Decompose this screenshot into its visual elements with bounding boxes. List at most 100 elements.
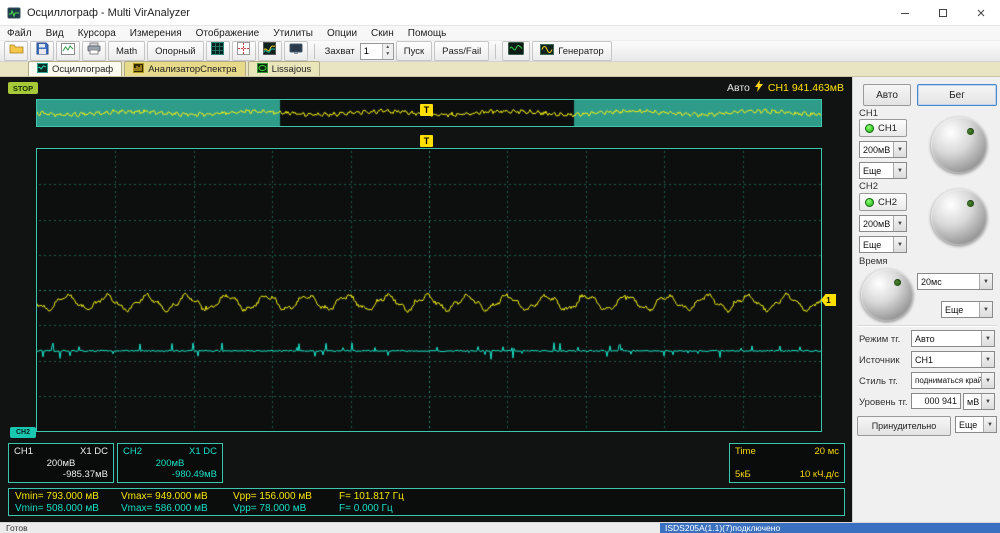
ch1-enable-button[interactable]: CH1 (859, 119, 907, 137)
window-title: Осциллограф - Multi VirAnalyzer (27, 6, 190, 19)
trigger-level-unit-select[interactable]: мВ ▼ (963, 393, 995, 410)
chevron-down-icon: ▼ (893, 237, 906, 252)
ch1-info-name: CH1 (14, 446, 34, 457)
ch1-info-offset: -985.37мВ (62, 469, 108, 480)
tab-bar: Осциллограф АнализаторСпектра Lissajous (0, 61, 1000, 77)
menu-item-file[interactable]: Файл (0, 28, 39, 39)
trigger-source-select[interactable]: CH1 ▼ (911, 351, 995, 368)
menu-item-skin[interactable]: Скин (364, 28, 401, 39)
app-icon (7, 6, 21, 20)
timebase-select[interactable]: 20мс ▼ (917, 273, 993, 290)
title-bar: Осциллограф - Multi VirAnalyzer (0, 0, 1000, 26)
open-button[interactable] (4, 41, 28, 61)
tab-lissajous[interactable]: Lissajous (247, 61, 321, 76)
math-toggle[interactable]: Math (108, 41, 146, 61)
menu-item-cursors[interactable]: Курсора (71, 28, 123, 39)
menu-item-display[interactable]: Отображение (189, 28, 267, 39)
chevron-down-icon: ▼ (981, 394, 994, 409)
time-more-select[interactable]: Еще ▼ (941, 301, 993, 318)
time-info-panel: Time 20 мс 5кБ 10 кЧ.д/с (729, 443, 845, 483)
chevron-down-icon: ▼ (981, 373, 994, 388)
ch2-vmin: Vmin= 508.000 мВ (15, 502, 99, 514)
menu-item-view[interactable]: Вид (39, 28, 71, 39)
trigger-more-select[interactable]: Еще ▼ (955, 416, 997, 433)
start-button[interactable]: Пуск (395, 41, 433, 61)
print-button[interactable] (82, 41, 106, 61)
tab-spectrum-analyzer[interactable]: АнализаторСпектра (124, 61, 246, 76)
ch2-group-label: CH2 (859, 181, 879, 192)
capture-count-spinner[interactable]: 1 ▲ ▼ (359, 42, 394, 60)
trigger-level-input[interactable] (911, 393, 961, 409)
ch2-info-offset: -980.49мВ (171, 469, 217, 480)
spinner-down-icon[interactable]: ▼ (383, 51, 393, 59)
maximize-button[interactable] (924, 0, 962, 26)
ch1-frequency: F= 101.817 Гц (339, 490, 404, 502)
panel-divider (857, 325, 997, 327)
window-controls (886, 0, 1000, 26)
stop-status-badge: STOP (8, 82, 38, 94)
minimize-button[interactable] (886, 0, 924, 26)
generator-button-label: Генератор (558, 45, 604, 57)
floppy-disk-icon (36, 42, 49, 60)
ch1-scale-value: 200мВ (863, 144, 891, 155)
main-graticule[interactable] (36, 148, 822, 432)
screen-mode-button[interactable] (502, 41, 531, 61)
ch1-enable-label: CH1 (878, 122, 898, 134)
trigger-position-marker[interactable]: T (420, 135, 433, 147)
menu-bar: Файл Вид Курсора Измерения Отображение У… (0, 26, 1000, 41)
spectrum-tab-icon (133, 62, 145, 76)
ch1-scale-knob[interactable] (931, 117, 987, 173)
run-button[interactable]: Бег (917, 84, 997, 106)
trigger-mode-select[interactable]: Авто ▼ (911, 330, 995, 347)
ch2-enable-button[interactable]: CH2 (859, 193, 907, 211)
time-info-scale: 20 мс (814, 446, 840, 457)
knob-indicator-dot (893, 279, 901, 287)
ch2-info-panel: CH2 X1 DC 200мВ -980.49мВ (117, 443, 223, 483)
device-connection-text: ISDS205A(1.1)(7)подключено (665, 523, 781, 533)
chevron-down-icon: ▼ (893, 142, 906, 157)
ch1-scale-select[interactable]: 200мВ ▼ (859, 141, 907, 158)
close-button[interactable] (962, 0, 1000, 26)
overview-trigger-marker[interactable]: T (420, 104, 433, 116)
grid-icon (211, 42, 225, 60)
menu-item-measurements[interactable]: Измерения (123, 28, 189, 39)
menu-item-options[interactable]: Опции (320, 28, 364, 39)
tab-oscilloscope[interactable]: Осциллограф (28, 61, 123, 76)
trigger-source-label: Источник (859, 355, 900, 366)
scope-display-area: STOP Авто CH1 941.463мВ T T 1 CH2 CH1 X1 … (0, 77, 852, 522)
grid-settings-button[interactable] (205, 41, 230, 61)
menu-item-utilities[interactable]: Утилиты (266, 28, 320, 39)
scope-screen-icon (508, 42, 525, 60)
ch1-measurements-row: Vmin= 793.000 мВ Vmax= 949.000 мВ Vpp= 1… (9, 490, 844, 502)
ch2-more-select[interactable]: Еще ▼ (859, 236, 907, 253)
export-image-button[interactable] (56, 41, 80, 61)
generator-button[interactable]: Генератор (532, 41, 612, 61)
persistence-waves-icon (263, 42, 277, 60)
measurements-panel: Vmin= 793.000 мВ Vmax= 949.000 мВ Vpp= 1… (8, 488, 845, 516)
ch2-level-marker[interactable]: CH2 (10, 427, 36, 438)
trigger-style-select[interactable]: подниматься край ▼ (911, 372, 995, 389)
menu-item-help[interactable]: Помощь (401, 28, 454, 39)
pass-fail-button[interactable]: Pass/Fail (434, 41, 490, 61)
ch1-vmin: Vmin= 793.000 мВ (15, 490, 99, 502)
persistence-button[interactable] (257, 41, 282, 61)
reference-toggle[interactable]: Опорный (147, 41, 204, 61)
waveform-canvas[interactable] (37, 149, 821, 431)
ch2-frequency: F= 0.000 Гц (339, 502, 393, 514)
autoset-button[interactable]: Авто (863, 84, 911, 106)
spinner-arrows[interactable]: ▲ ▼ (381, 43, 393, 59)
printer-icon (87, 42, 101, 60)
chevron-down-icon: ▼ (979, 274, 992, 289)
cursors-button[interactable] (231, 41, 256, 61)
ch1-more-select[interactable]: Еще ▼ (859, 162, 907, 179)
chevron-down-icon: ▼ (981, 352, 994, 367)
force-trigger-button[interactable]: Принудительно (857, 416, 951, 436)
pass-fail-label: Pass/Fail (442, 45, 482, 57)
ch2-scale-select[interactable]: 200мВ ▼ (859, 215, 907, 232)
ch1-level-marker[interactable]: 1 (821, 294, 836, 306)
save-button[interactable] (30, 41, 54, 61)
timebase-knob[interactable] (861, 269, 913, 321)
spinner-up-icon[interactable]: ▲ (383, 44, 393, 52)
display-settings-button[interactable] (283, 41, 308, 61)
ch2-scale-knob[interactable] (931, 189, 987, 245)
